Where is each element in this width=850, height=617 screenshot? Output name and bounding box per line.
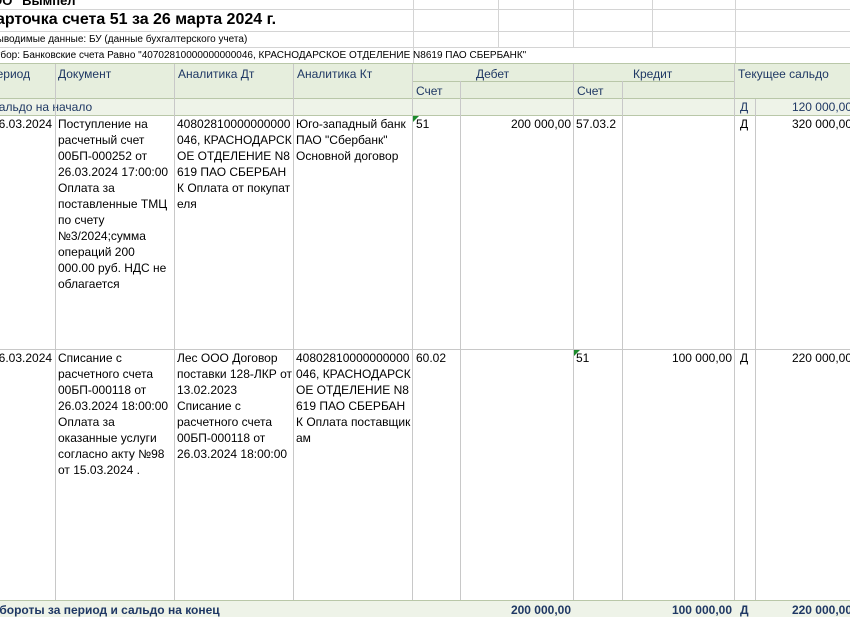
row-debit-amount: 200 000,00 [510,117,571,131]
totals-debit: 200 000,00 [510,603,571,617]
col-credit-account: Счет [577,84,604,98]
col-current-balance: Текущее сальдо [738,67,829,81]
col-analytics-dt: Аналитика Дт [178,67,255,81]
row-credit-account: 51 [576,351,590,365]
row-debit-account: 51 [416,117,430,131]
row-balance-side: Д [740,351,749,365]
opening-balance-label: Сальдо на начало [0,100,93,114]
totals-side: Д [740,603,749,617]
row-balance-amount: 320 000,00 [791,117,850,131]
row-analytics-kt: 40802810000000000046, КРАСНОДАРСКОЕ ОТДЕ… [296,351,411,445]
row-analytics-kt: Юго-западный банк ПАО "Сбербанк" Основно… [296,117,406,163]
col-period: Период [0,67,31,81]
row-analytics-dt: Лес ООО Договор поставки 128-ЛКР от 13.0… [177,351,292,461]
filter-line: Отбор: Банковские счета Равно "407028100… [0,50,527,61]
data-settings-line: Выводимые данные: БУ (данные бухгалтерск… [0,34,248,45]
opening-balance-side: Д [740,100,749,114]
col-analytics-kt: Аналитика Кт [297,67,373,81]
row-period: 26.03.2024 [0,117,53,131]
opening-balance-amount: 120 000,00 [791,100,850,114]
row-debit-account: 60.02 [416,351,447,365]
row-credit-account: 57.03.2 [576,117,617,131]
report-title: Карточка счета 51 за 26 марта 2024 г. [0,11,277,28]
row-analytics-dt: 40802810000000000046, КРАСНОДАРСКОЕ ОТДЕ… [177,117,292,211]
totals-label: Обороты за период и сальдо на конец [0,603,220,617]
row-credit-amount: 100 000,00 [671,351,732,365]
totals-amount: 220 000,00 [791,603,850,617]
row-balance-amount: 220 000,00 [791,351,850,365]
col-debit: Дебет [476,67,510,81]
row-balance-side: Д [740,117,749,131]
col-credit: Кредит [633,67,673,81]
row-period: 26.03.2024 [0,351,53,365]
row-document: Списание с расчетного счета 00БП-000118 … [58,351,169,477]
row-document: Поступление на расчетный счет 00БП-00025… [58,117,169,291]
spreadsheet[interactable]: ООО "Вымпел" Карточка счета 51 за 26 мар… [0,0,850,617]
totals-credit: 100 000,00 [671,603,732,617]
org-name: ООО "Вымпел" [0,0,82,8]
col-debit-account: Счет [416,84,443,98]
col-document: Документ [58,67,112,81]
